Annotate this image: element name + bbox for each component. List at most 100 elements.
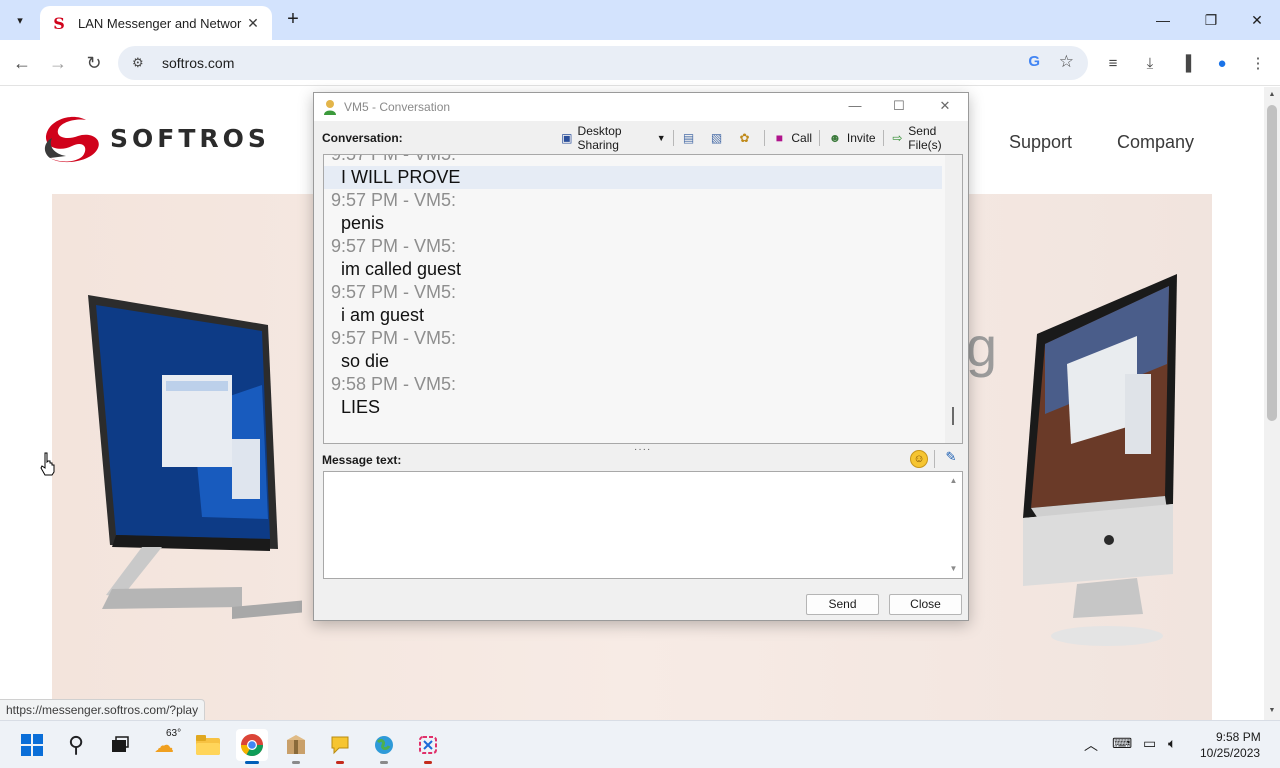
browser-close-button[interactable]: ✕ [1234, 0, 1280, 40]
text-format-icon[interactable]: ✎ [942, 449, 960, 467]
snipping-tool-icon[interactable] [412, 729, 444, 764]
conversation-window: VM5 - Conversation — ☐ ✕ Conversation: ▣… [313, 92, 969, 621]
site-info-icon[interactable]: ⚙ [132, 55, 148, 71]
message-meta: 9:57 PM - VM5: [331, 236, 457, 256]
softros-logo[interactable]: SOFTROS [42, 112, 270, 164]
download-icon[interactable]: ⤓ [1139, 52, 1161, 74]
message-text: so die [341, 351, 390, 371]
search-icon[interactable]: ⚲ [60, 729, 92, 761]
browser-minimize-button[interactable]: — [1140, 0, 1186, 40]
conversation-label: Conversation: [322, 131, 403, 145]
scroll-down-arrow-icon[interactable]: ▼ [1267, 707, 1277, 714]
chrome-icon[interactable] [236, 729, 268, 764]
scroll-down-arrow-icon[interactable]: ▼ [945, 564, 962, 573]
keyboard-icon[interactable]: ⌨ [1112, 735, 1132, 752]
page-scrollbar[interactable]: ▲ ▼ [1264, 87, 1280, 720]
splitter-grip[interactable]: ···· [634, 444, 651, 455]
message-input-scrollbar[interactable]: ▲ ▼ [945, 472, 962, 578]
message-text: penis [341, 213, 385, 233]
invite-button[interactable]: ☻ Invite [823, 127, 880, 149]
running-indicator [336, 761, 344, 764]
window-close-button[interactable]: ✕ [932, 96, 958, 116]
desktop-sharing-label: Desktop Sharing [577, 124, 622, 152]
nav-company-link[interactable]: Company [1117, 132, 1194, 153]
browser-tabstrip: ▾ S LAN Messenger and Network ✕ + — ❐ ✕ [0, 0, 1280, 40]
window-minimize-button[interactable]: — [842, 96, 868, 116]
address-url[interactable]: softros.com [162, 55, 234, 71]
back-arrow-icon[interactable]: ← [8, 49, 36, 77]
user-avatar-icon [324, 100, 336, 115]
google-lens-icon[interactable]: G [1028, 53, 1040, 70]
desktop-sharing-button[interactable]: ▣ Desktop Sharing ▼ [556, 124, 670, 152]
forward-arrow-icon[interactable]: → [44, 49, 72, 77]
tab-search-chevron-icon[interactable]: ▾ [8, 8, 32, 32]
conversation-scrollbar-thumb[interactable] [952, 407, 954, 425]
package-icon[interactable] [280, 729, 312, 764]
menu-kebab-icon[interactable]: ⋮ [1247, 52, 1269, 74]
side-panel-icon[interactable]: ▐ [1175, 52, 1197, 74]
profile-icon[interactable]: ● [1211, 52, 1233, 74]
send-files-label: Send File(s) [908, 124, 942, 152]
network-status-icon[interactable]: ▭ [1143, 735, 1156, 752]
running-indicator [292, 761, 300, 764]
message-input[interactable]: ▲ ▼ [323, 471, 963, 579]
send-button[interactable]: Send [806, 594, 879, 615]
active-indicator [245, 761, 259, 764]
group-button[interactable]: ✿ [733, 127, 761, 149]
nav-support-link[interactable]: Support [1009, 132, 1072, 153]
browser-toolbar: ← → ↻ ⚙ softros.com G ☆ ≡ ⤓ ▐ ● ⋮ [0, 40, 1280, 86]
call-label: Call [791, 131, 813, 145]
message-meta: 9:58 PM - VM5: [331, 374, 457, 394]
reload-icon[interactable]: ↻ [80, 49, 108, 77]
conversation-scrollbar[interactable] [945, 155, 962, 443]
send-file-icon: ⇨ [892, 131, 903, 145]
bookmark-star-icon[interactable]: ☆ [1059, 52, 1074, 72]
running-indicator [424, 761, 432, 764]
message-meta: 9:57 PM - VM5: [331, 328, 457, 348]
start-icon[interactable] [16, 729, 48, 761]
browser-restore-button[interactable]: ❐ [1188, 0, 1234, 40]
address-bar[interactable]: ⚙ softros.com G ☆ [118, 46, 1088, 80]
toolbar-separator [763, 130, 765, 146]
invite-label: Invite [846, 131, 876, 145]
close-button[interactable]: Close [889, 594, 962, 615]
chevron-down-icon[interactable]: ▼ [657, 133, 666, 143]
window-maximize-button[interactable]: ☐ [886, 96, 912, 116]
window-titlebar[interactable]: VM5 - Conversation — ☐ ✕ [314, 93, 968, 121]
file-explorer-icon[interactable] [192, 729, 224, 761]
message-text: LIES [341, 397, 381, 417]
scroll-up-arrow-icon[interactable]: ▲ [945, 476, 962, 485]
reading-list-icon[interactable]: ≡ [1102, 52, 1124, 74]
call-button[interactable]: ■ Call [767, 127, 816, 149]
toolbar-separator [819, 130, 820, 146]
status-bar-url: https://messenger.softros.com/?play [0, 699, 206, 720]
message-text: im called guest [341, 259, 462, 279]
show-hidden-icons-chevron-icon[interactable]: ︿ [1084, 735, 1098, 755]
volume-icon[interactable]: 🔈︎ [1168, 735, 1176, 752]
toolbar-separator [672, 130, 674, 146]
invite-users-icon: ☻ [828, 131, 842, 145]
page-scrollbar-thumb[interactable] [1267, 105, 1277, 421]
messenger-icon[interactable] [324, 729, 356, 764]
history-button[interactable]: ▤ [677, 127, 705, 149]
network-icon[interactable] [368, 729, 400, 764]
new-tab-button[interactable]: + [282, 8, 304, 30]
clock-date[interactable]: 10/25/2023 [1200, 746, 1260, 760]
conversation-history[interactable]: 9:57 PM - VM5: I WILL PROVE 9:57 PM - VM5… [323, 154, 963, 444]
message-meta: 9:57 PM - VM5: [331, 282, 457, 302]
message-meta-partial: 9:57 PM - VM5: [331, 154, 457, 164]
scroll-up-arrow-icon[interactable]: ▲ [1267, 91, 1277, 98]
clock-time[interactable]: 9:58 PM [1216, 730, 1261, 744]
surface-studio-image [88, 295, 302, 619]
tab-close-icon[interactable]: ✕ [244, 15, 262, 32]
smiley-emoji-icon[interactable]: ☺ [910, 450, 928, 468]
hero-heading-fragment: g [966, 315, 998, 378]
message-text-label: Message text: [322, 453, 402, 467]
task-view-icon[interactable] [104, 729, 136, 761]
group-users-icon: ✿ [739, 131, 750, 145]
browser-tab-active[interactable]: S LAN Messenger and Network ✕ [40, 6, 272, 40]
window-title: VM5 - Conversation [344, 100, 451, 114]
toolbar-separator [882, 130, 884, 146]
send-files-button[interactable]: ⇨ Send File(s) [886, 124, 968, 152]
contact-info-button[interactable]: ▧ [705, 127, 733, 149]
